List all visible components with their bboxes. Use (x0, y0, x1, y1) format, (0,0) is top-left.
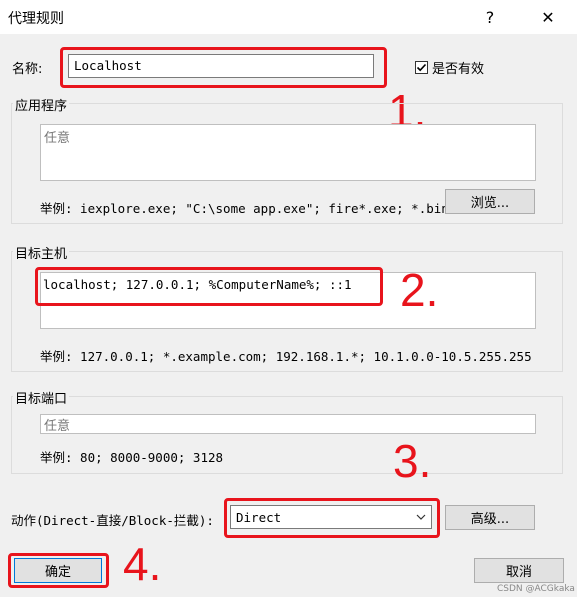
target-ports-example: 举例: 80; 8000-9000; 3128 (40, 450, 224, 465)
close-button[interactable]: ✕ (525, 0, 571, 34)
checkbox-box[interactable] (415, 61, 428, 74)
help-button[interactable]: ? (467, 0, 513, 34)
action-label: 动作(Direct-直接/Block-拦截): (11, 513, 214, 528)
highlight-box-2 (35, 267, 383, 306)
browse-button[interactable]: 浏览... (445, 189, 535, 214)
target-hosts-example: 举例: 127.0.0.1; *.example.com; 192.168.1.… (40, 349, 532, 364)
applications-group-label: 应用程序 (13, 95, 70, 114)
highlight-box-3 (224, 498, 440, 538)
target-ports-field[interactable]: 任意 (40, 414, 536, 434)
applications-textarea[interactable]: 任意 (40, 124, 536, 181)
highlight-box-4 (8, 553, 109, 588)
checkmark-icon (416, 63, 427, 72)
enabled-label: 是否有效 (432, 62, 485, 77)
cancel-button[interactable]: 取消 (474, 558, 564, 583)
highlight-box-1 (60, 47, 387, 88)
enabled-checkbox[interactable]: 是否有效 (415, 58, 484, 77)
annotation-4: 4. (123, 538, 162, 590)
target-ports-group-label: 目标端口 (13, 388, 70, 407)
annotation-3: 3. (393, 435, 432, 487)
watermark: CSDN @ACGkaka (497, 584, 575, 594)
target-hosts-group-label: 目标主机 (13, 243, 70, 262)
applications-example: 举例: iexplore.exe; "C:\some app.exe"; fir… (40, 201, 449, 216)
window-title: 代理规则 (8, 11, 64, 27)
name-label: 名称: (12, 62, 43, 77)
annotation-2: 2. (400, 264, 439, 316)
advanced-button[interactable]: 高级... (445, 505, 535, 530)
